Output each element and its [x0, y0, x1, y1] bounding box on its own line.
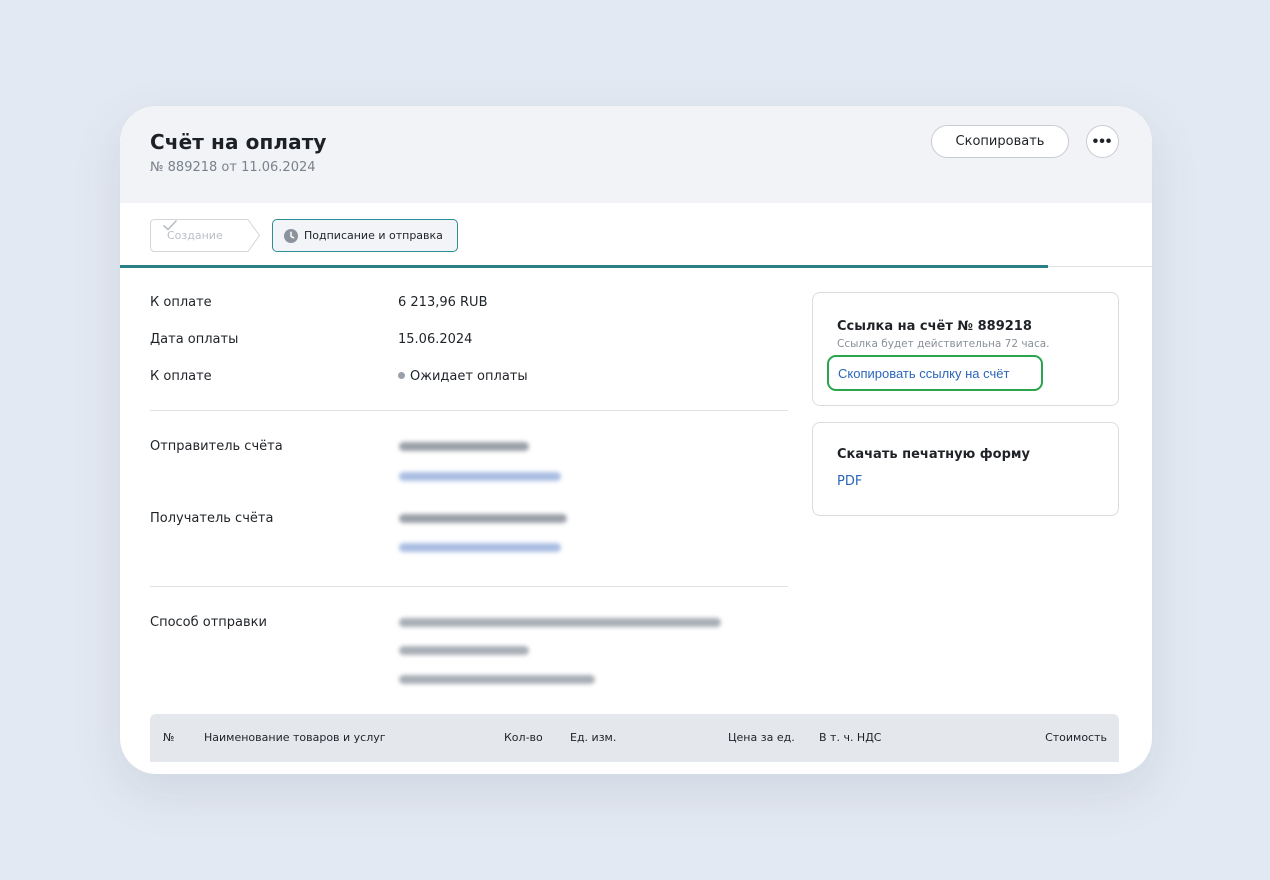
more-icon: ••• — [1092, 132, 1113, 150]
invoice-link-note: Ссылка будет действительна 72 часа. — [837, 338, 1050, 350]
divider — [150, 410, 788, 411]
sender-name-redacted — [399, 442, 529, 451]
amount-value: 6 213,96 RUB — [398, 295, 488, 310]
step-signing[interactable]: Подписание и отправка — [272, 219, 458, 252]
copy-link-button[interactable]: Скопировать ссылку на счёт — [827, 355, 1043, 391]
sender-details-link-redacted[interactable] — [399, 472, 561, 481]
column-unit: Ед. изм. — [570, 731, 617, 744]
status-dot-icon — [398, 372, 405, 379]
recipient-name-redacted — [399, 514, 567, 523]
invoice-link-card: Ссылка на счёт № 889218 Ссылка будет дей… — [812, 292, 1119, 406]
payment-date-label: Дата оплаты — [150, 332, 239, 347]
print-form-card: Скачать печатную форму PDF — [812, 422, 1119, 516]
invoice-card: Счёт на оплату № 889218 от 11.06.2024 Ск… — [120, 106, 1152, 774]
delivery-cabinet-redacted — [399, 675, 595, 684]
copy-button[interactable]: Скопировать — [931, 125, 1069, 158]
column-vat: В т. ч. НДС — [819, 731, 882, 744]
delivery-phone-redacted — [399, 646, 529, 655]
column-number: № — [163, 731, 175, 744]
recipient-label: Получатель счёта — [150, 511, 274, 526]
more-options-button[interactable]: ••• — [1086, 125, 1119, 158]
status-label: К оплате — [150, 369, 212, 384]
recipient-details-link-redacted[interactable] — [399, 543, 561, 552]
amount-label: К оплате — [150, 295, 212, 310]
print-form-title: Скачать печатную форму — [837, 447, 1031, 462]
sender-label: Отправитель счёта — [150, 439, 283, 454]
invoice-link-title: Ссылка на счёт № 889218 — [837, 319, 1032, 334]
status-text: Ожидает оплаты — [410, 369, 528, 384]
progress-underline — [120, 265, 1048, 268]
card-header: Счёт на оплату № 889218 от 11.06.2024 Ск… — [120, 106, 1152, 203]
payment-date-value: 15.06.2024 — [398, 332, 473, 347]
column-name: Наименование товаров и услуг — [204, 731, 386, 744]
divider — [150, 586, 788, 587]
invoice-number: № 889218 от 11.06.2024 — [150, 160, 316, 175]
status-badge: Ожидает оплаты — [398, 369, 528, 384]
column-total: Стоимость — [1045, 731, 1107, 744]
step-creation[interactable]: Создание — [150, 219, 262, 252]
items-table-header: № Наименование товаров и услуг Кол-во Ед… — [150, 714, 1119, 762]
column-quantity: Кол-во — [504, 731, 543, 744]
delivery-method-label: Способ отправки — [150, 615, 267, 630]
step-signing-label: Подписание и отправка — [304, 229, 443, 242]
pdf-download-link[interactable]: PDF — [837, 474, 862, 489]
column-unit-price: Цена за ед. — [728, 731, 795, 744]
clock-icon — [284, 228, 298, 243]
delivery-email-redacted — [399, 618, 721, 627]
page-title: Счёт на оплату — [150, 130, 327, 154]
